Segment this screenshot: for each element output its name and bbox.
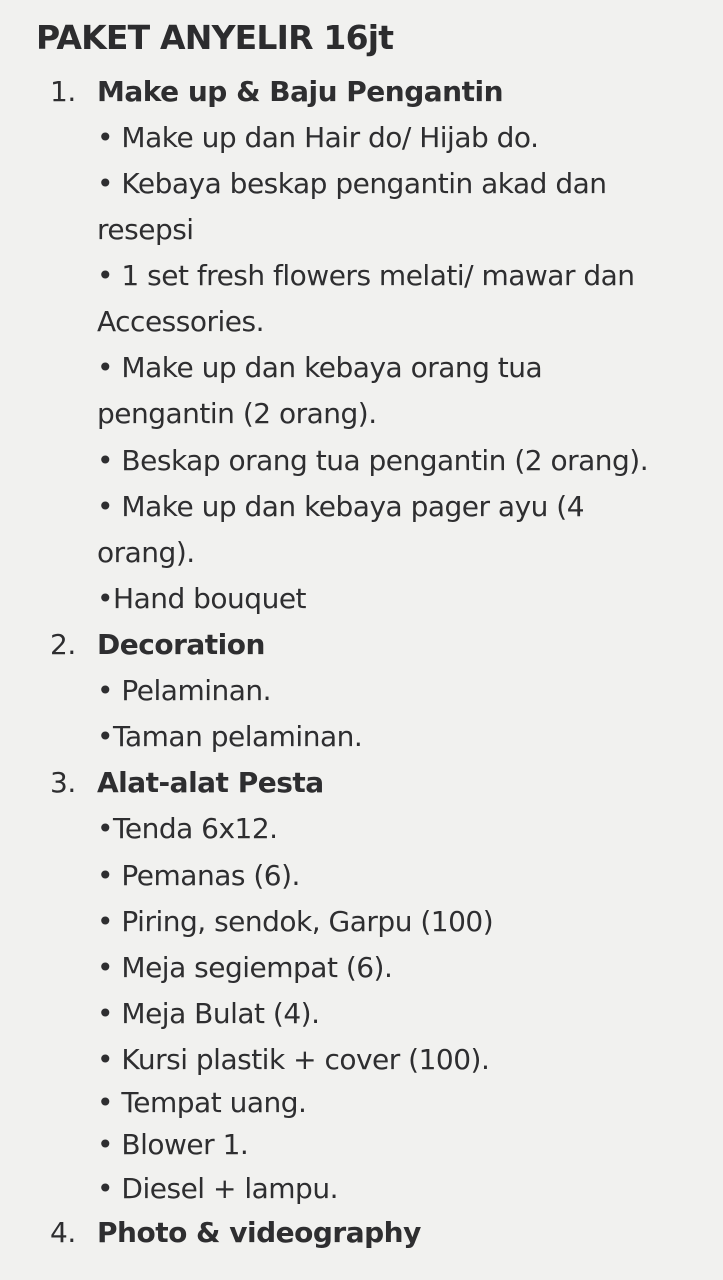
section-3-item: •Tenda 6x12. (97, 812, 278, 845)
section-3-heading: Alat-alat Pesta (97, 766, 324, 799)
section-1-item-continued: Accessories. (97, 305, 265, 338)
package-title: PAKET ANYELIR 16jt (36, 18, 394, 57)
section-3-number: 3. (50, 766, 76, 799)
section-1-item: • Make up dan Hair do/ Hijab do. (97, 121, 539, 154)
section-3-item: • Blower 1. (97, 1128, 249, 1161)
section-1-item: • 1 set fresh flowers melati/ mawar dan (97, 259, 635, 292)
section-3-item: • Meja segiempat (6). (97, 951, 393, 984)
section-1-item: •Hand bouquet (97, 582, 307, 615)
section-1-item-continued: resepsi (97, 213, 194, 246)
section-3-item: • Piring, sendok, Garpu (100) (97, 905, 494, 938)
section-4-number: 4. (50, 1216, 76, 1249)
section-2-item: • Pelaminan. (97, 674, 272, 707)
document-page: PAKET ANYELIR 16jt 1. Make up & Baju Pen… (0, 0, 723, 1280)
section-1-item-continued: pengantin (2 orang). (97, 397, 377, 430)
section-3-item: • Kursi plastik + cover (100). (97, 1043, 490, 1076)
section-3-item: • Diesel + lampu. (97, 1172, 338, 1205)
section-2-item: •Taman pelaminan. (97, 720, 363, 753)
section-1-item-continued: orang). (97, 536, 195, 569)
section-1-item: • Make up dan kebaya orang tua (97, 351, 543, 384)
section-4-heading: Photo & videography (97, 1216, 421, 1249)
section-1-item: • Kebaya beskap pengantin akad dan (97, 167, 607, 200)
section-1-number: 1. (50, 75, 76, 108)
section-1-item: • Beskap orang tua pengantin (2 orang). (97, 444, 649, 477)
section-3-item: • Tempat uang. (97, 1086, 307, 1119)
section-3-item: • Meja Bulat (4). (97, 997, 320, 1030)
section-1-heading: Make up & Baju Pengantin (97, 75, 504, 108)
section-2-number: 2. (50, 628, 76, 661)
section-1-item: • Make up dan kebaya pager ayu (4 (97, 490, 585, 523)
section-2-heading: Decoration (97, 628, 265, 661)
section-3-item: • Pemanas (6). (97, 859, 300, 892)
